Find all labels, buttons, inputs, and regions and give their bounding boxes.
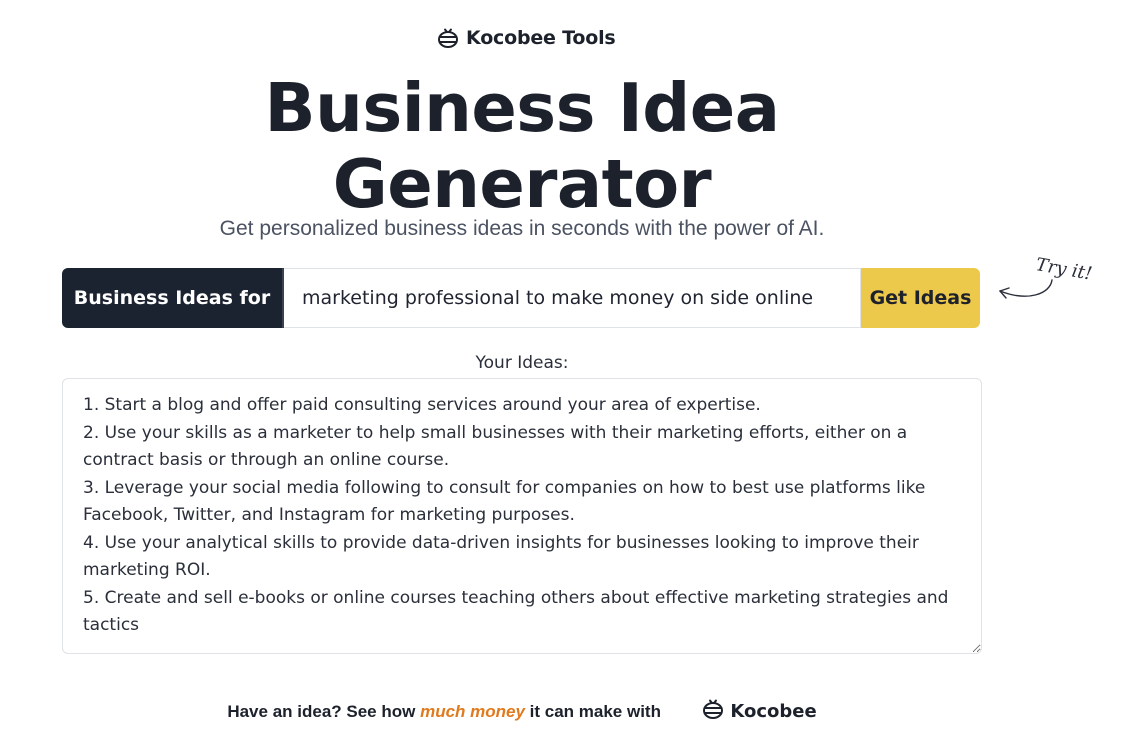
try-it-hint: Try it! (994, 250, 1104, 310)
ideas-output[interactable]: 1. Start a blog and offer paid consultin… (62, 378, 982, 654)
curved-arrow-icon (994, 268, 1056, 308)
brand-header[interactable]: Kocobee Tools (436, 26, 616, 50)
footer-brand-name: Kocobee (730, 701, 817, 722)
get-ideas-button[interactable]: Get Ideas (861, 268, 980, 328)
footer-brand-link[interactable]: Kocobee (673, 677, 817, 746)
footer-highlight: much money (420, 701, 525, 721)
brand-name: Kocobee Tools (466, 27, 616, 49)
page-title: Business Idea Generator (264, 69, 780, 223)
footer-text-after: it can make with (524, 701, 661, 721)
query-prefix-label: Business Ideas for (62, 268, 284, 328)
footer-text-before: Have an idea? See how (227, 701, 421, 721)
query-input[interactable] (284, 268, 861, 328)
bee-logo-icon (436, 26, 460, 50)
footer-promo: Have an idea? See how much money it can … (0, 677, 1044, 746)
ideas-label: Your Ideas: (475, 353, 569, 373)
page-subtitle: Get personalized business ideas in secon… (219, 217, 825, 240)
bee-logo-icon (673, 677, 725, 746)
idea-query-form: Business Ideas for Get Ideas (62, 268, 982, 328)
